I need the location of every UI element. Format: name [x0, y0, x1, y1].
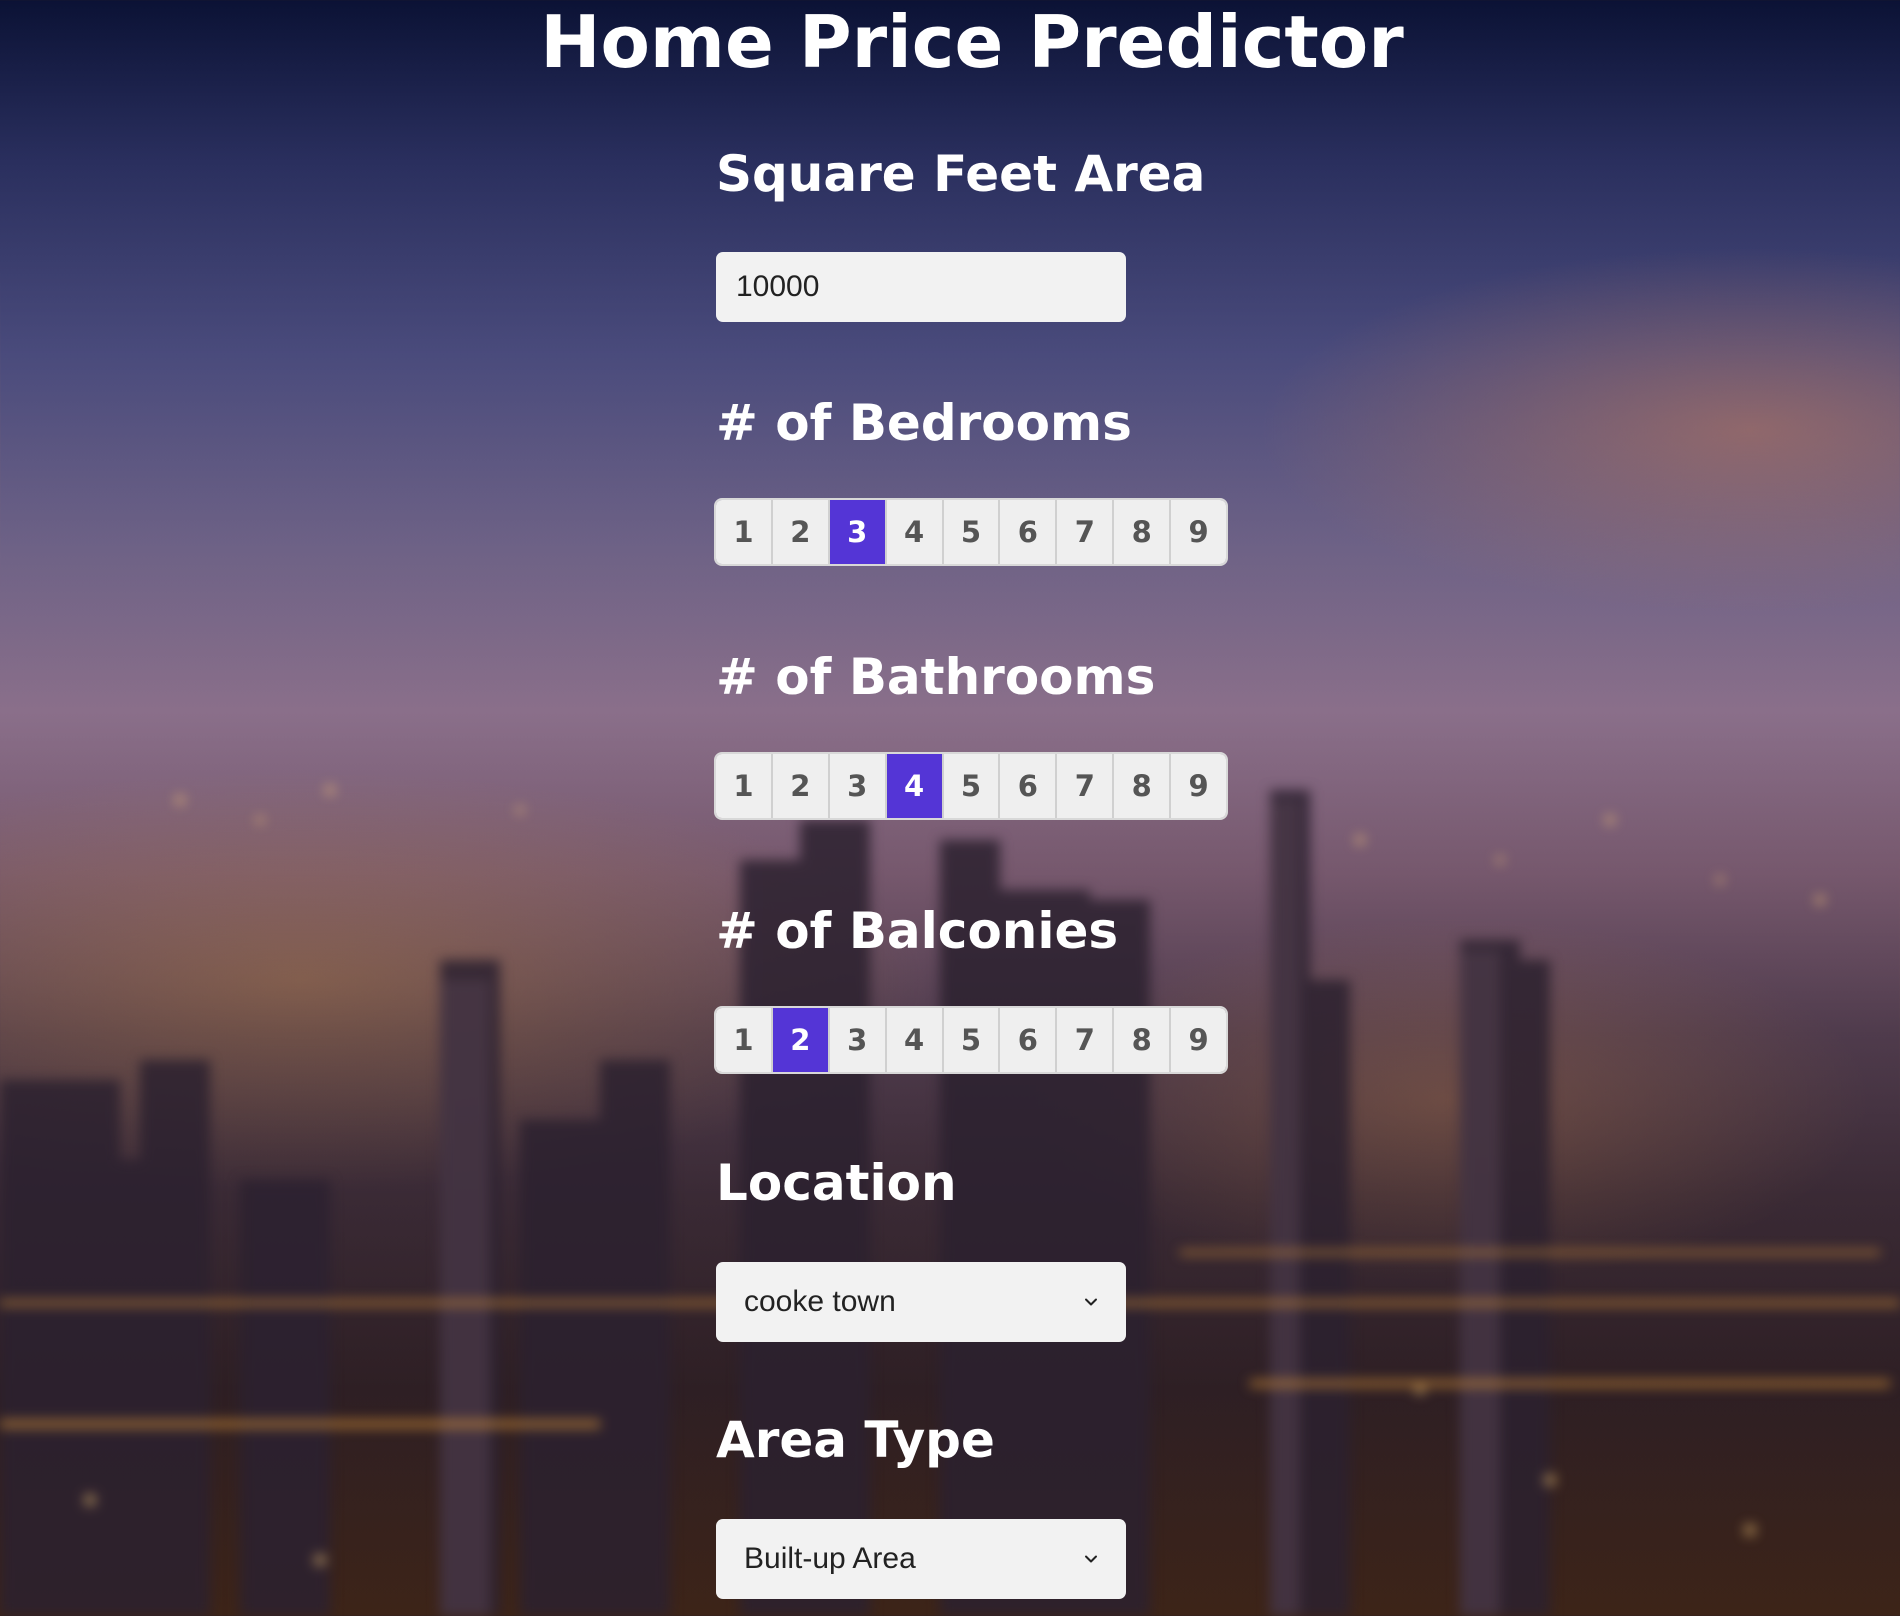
- location-selected-value: cooke town: [744, 1285, 896, 1318]
- bathrooms-label: # of Bathrooms: [716, 648, 1156, 706]
- bathrooms-option[interactable]: 8: [1114, 754, 1172, 818]
- bathrooms-option[interactable]: 7: [1057, 754, 1115, 818]
- balconies-selector: 1 2 3 4 5 6 7 8 9: [716, 1008, 1226, 1072]
- chevron-down-icon: [1085, 1555, 1097, 1563]
- area-type-label: Area Type: [716, 1411, 995, 1469]
- balconies-option[interactable]: 9: [1171, 1008, 1226, 1072]
- bathrooms-option[interactable]: 6: [1000, 754, 1058, 818]
- area-type-select[interactable]: Built-up Area: [716, 1519, 1126, 1599]
- bathrooms-option[interactable]: 9: [1171, 754, 1226, 818]
- bedrooms-option[interactable]: 8: [1114, 500, 1172, 564]
- bathrooms-option[interactable]: 2: [772, 754, 830, 818]
- area-type-selected-value: Built-up Area: [744, 1542, 916, 1575]
- location-select[interactable]: cooke town: [716, 1262, 1126, 1342]
- bathrooms-selector: 1 2 3 4 5 6 7 8 9: [716, 754, 1226, 818]
- page-title: Home Price Predictor: [540, 0, 1404, 84]
- bedrooms-option[interactable]: 9: [1171, 500, 1226, 564]
- balconies-option[interactable]: 7: [1057, 1008, 1115, 1072]
- bedrooms-option[interactable]: 3: [829, 500, 887, 564]
- bedrooms-option[interactable]: 6: [1000, 500, 1058, 564]
- bedrooms-selector: 1 2 3 4 5 6 7 8 9: [716, 500, 1226, 564]
- balconies-option[interactable]: 3: [829, 1008, 887, 1072]
- bedrooms-label: # of Bedrooms: [716, 394, 1132, 452]
- bedrooms-option[interactable]: 1: [716, 500, 773, 564]
- balconies-option[interactable]: 4: [886, 1008, 944, 1072]
- bathrooms-option[interactable]: 3: [829, 754, 887, 818]
- square-feet-label: Square Feet Area: [716, 145, 1206, 203]
- bathrooms-option[interactable]: 4: [886, 754, 944, 818]
- bathrooms-option[interactable]: 1: [716, 754, 773, 818]
- balconies-option[interactable]: 8: [1114, 1008, 1172, 1072]
- balconies-label: # of Balconies: [716, 902, 1119, 960]
- balconies-option[interactable]: 2: [772, 1008, 830, 1072]
- bedrooms-option[interactable]: 2: [772, 500, 830, 564]
- bedrooms-option[interactable]: 4: [886, 500, 944, 564]
- location-label: Location: [716, 1154, 957, 1212]
- square-feet-input[interactable]: [716, 252, 1126, 322]
- balconies-option[interactable]: 6: [1000, 1008, 1058, 1072]
- bedrooms-option[interactable]: 7: [1057, 500, 1115, 564]
- bedrooms-option[interactable]: 5: [943, 500, 1001, 564]
- bathrooms-option[interactable]: 5: [943, 754, 1001, 818]
- chevron-down-icon: [1085, 1298, 1097, 1306]
- balconies-option[interactable]: 5: [943, 1008, 1001, 1072]
- balconies-option[interactable]: 1: [716, 1008, 773, 1072]
